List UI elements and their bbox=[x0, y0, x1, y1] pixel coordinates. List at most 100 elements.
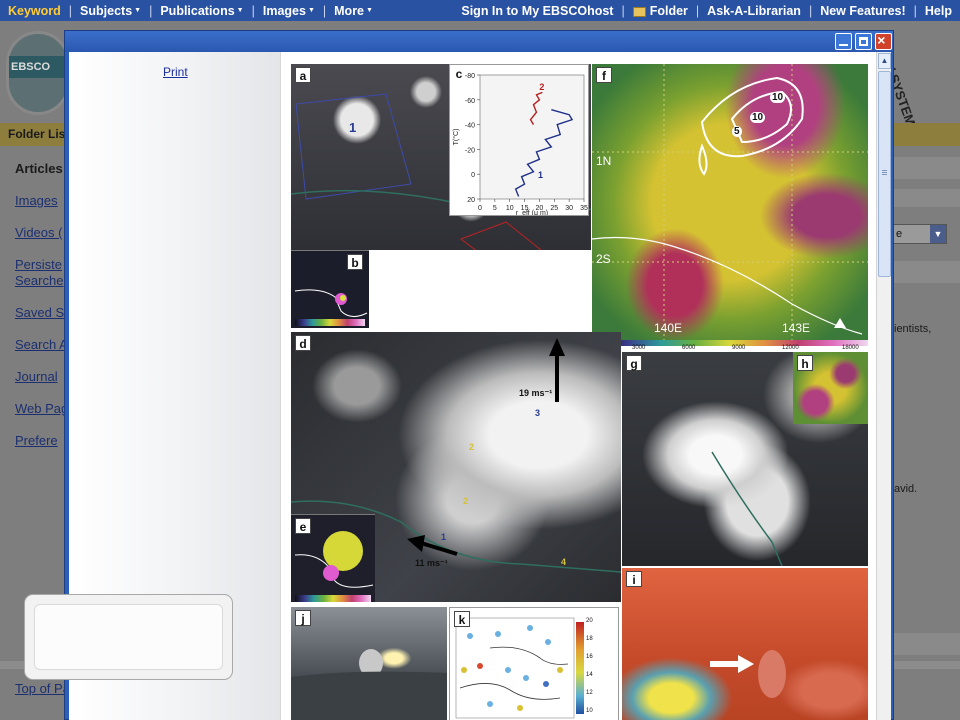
panel-k-map bbox=[455, 617, 584, 719]
arrow-right-icon bbox=[738, 655, 754, 673]
scroll-up-icon[interactable]: ▲ bbox=[878, 53, 891, 69]
maximize-icon[interactable] bbox=[855, 33, 872, 50]
vertical-scrollbar[interactable]: ▲ bbox=[876, 52, 891, 720]
panel-label-i: i bbox=[626, 571, 642, 587]
panel-k-dot bbox=[477, 663, 483, 669]
nav-right-group: Sign In to My EBSCOhost | Folder | Ask-A… bbox=[453, 0, 960, 21]
panel-c: c -80 -60 -40 -20 0 20 0 5 10 15 20 25 30 35 T(°C) r_ef… bbox=[449, 64, 589, 216]
panel-k-dot bbox=[557, 667, 563, 673]
chart-c-xtick-label: 10 bbox=[506, 205, 514, 212]
chart-c-ytick-label: -60 bbox=[465, 98, 475, 105]
bg-side-saved[interactable]: Saved S bbox=[15, 305, 64, 320]
panel-b: b bbox=[291, 250, 369, 328]
bg-side-search-alerts[interactable]: Search A bbox=[15, 337, 68, 352]
nav-subjects[interactable]: Subjects ▼ bbox=[72, 4, 149, 18]
panel-d-label-2b: 2 bbox=[463, 496, 469, 506]
print-link[interactable]: Print bbox=[163, 65, 188, 79]
panel-label-b: b bbox=[347, 254, 363, 270]
floating-dialog bbox=[24, 594, 233, 680]
panel-label-a: a bbox=[295, 67, 311, 83]
scrollbar-thumb[interactable] bbox=[878, 71, 891, 277]
volcano-marker-icon bbox=[834, 318, 846, 328]
chart-c-xtick-label: 25 bbox=[550, 205, 558, 212]
panel-h: h bbox=[793, 352, 868, 424]
chart-c-series-2-label: 2 bbox=[539, 82, 544, 92]
close-icon[interactable]: × bbox=[875, 32, 892, 50]
arrow-up-icon bbox=[549, 338, 565, 356]
panel-d-label-1: 1 bbox=[441, 532, 447, 542]
panel-b-plume-core bbox=[340, 295, 346, 301]
bg-right-text: ientists, bbox=[894, 323, 932, 335]
bg-top-of-page[interactable]: Top of Pa bbox=[15, 681, 70, 696]
wind-arrow-west bbox=[420, 541, 458, 556]
grid-label-140e: 140E bbox=[654, 321, 683, 335]
region-1-outline bbox=[295, 93, 412, 200]
window-title-bar[interactable]: × bbox=[65, 31, 893, 52]
chart-c-ytick-label: -20 bbox=[465, 147, 475, 154]
nav-images-label: Images bbox=[262, 3, 306, 18]
chart-c-xtick-label: 0 bbox=[478, 205, 482, 212]
arrow-left-icon bbox=[407, 535, 425, 552]
caret-down-icon: ▼ bbox=[366, 7, 373, 14]
nav-help[interactable]: Help bbox=[917, 4, 960, 18]
bg-right-bar bbox=[892, 261, 960, 283]
colorbar-tick: 12000 bbox=[782, 345, 799, 351]
panel-k-dot bbox=[505, 667, 511, 673]
panel-e-colorbar bbox=[295, 595, 371, 602]
bg-side-preferences[interactable]: Prefere bbox=[15, 433, 58, 448]
nav-ask-label: Ask-A-Librarian bbox=[707, 3, 801, 18]
k-colorbar-tick: 18 bbox=[586, 636, 593, 642]
contour-label-5: 5 bbox=[732, 126, 742, 137]
panel-label-h: h bbox=[797, 355, 813, 371]
bg-side-articles[interactable]: Articles bbox=[15, 161, 63, 176]
bg-side-videos[interactable]: Videos ( bbox=[15, 225, 62, 240]
panel-f-colorbar: 0 3000 6000 9000 12000 18000 bbox=[592, 340, 868, 352]
nav-left-group: Keyword | Subjects ▼ | Publications ▼ | Im… bbox=[0, 0, 381, 21]
minimize-icon[interactable] bbox=[835, 33, 852, 50]
bg-side-searches[interactable]: Searche bbox=[15, 273, 63, 288]
contour-small bbox=[698, 143, 708, 176]
bg-side-persistent[interactable]: Persiste bbox=[15, 257, 62, 272]
panel-k-dot bbox=[517, 705, 523, 711]
bg-side-journal[interactable]: Journal bbox=[15, 369, 58, 384]
region-2-outline bbox=[459, 221, 542, 250]
chart-c-ytick-label: -40 bbox=[465, 123, 475, 130]
panel-label-f: f bbox=[596, 67, 612, 83]
chart-c-plot-area bbox=[479, 74, 585, 200]
panel-k: k 20 18 16 14 12 10 bbox=[449, 607, 619, 720]
nav-help-label: Help bbox=[924, 3, 952, 18]
chart-c-xtick-label: 35 bbox=[580, 205, 588, 212]
nav-keyword-label: Keyword bbox=[8, 3, 61, 18]
panel-i-overlay bbox=[710, 650, 786, 698]
panel-e-plume bbox=[323, 531, 363, 571]
nav-sign-in[interactable]: Sign In to My EBSCOhost bbox=[453, 4, 621, 18]
chevron-down-icon[interactable]: ▼ bbox=[930, 225, 946, 243]
bg-side-images[interactable]: Images bbox=[15, 193, 58, 208]
k-colorbar-tick: 16 bbox=[586, 654, 593, 660]
nav-keyword[interactable]: Keyword bbox=[0, 4, 69, 18]
panel-k-coast-2 bbox=[489, 646, 569, 665]
nav-images[interactable]: Images ▼ bbox=[255, 4, 323, 18]
panel-j: j bbox=[291, 607, 447, 720]
wind-speed-19: 19 ms⁻¹ bbox=[519, 388, 553, 398]
nav-folder[interactable]: Folder bbox=[625, 4, 696, 18]
nav-more-label: More bbox=[334, 3, 365, 18]
nav-more[interactable]: More ▼ bbox=[326, 4, 381, 18]
nav-ask-a-librarian[interactable]: Ask-A-Librarian bbox=[699, 4, 809, 18]
panel-k-dot bbox=[543, 681, 549, 687]
nav-publications[interactable]: Publications ▼ bbox=[152, 4, 251, 18]
dialog-body bbox=[34, 604, 223, 670]
panel-b-coast bbox=[294, 289, 368, 317]
panel-k-dot bbox=[461, 667, 467, 673]
nav-new-features-label: New Features! bbox=[820, 3, 906, 18]
colorbar-tick: 18000 bbox=[842, 345, 859, 351]
k-colorbar-tick: 10 bbox=[586, 708, 593, 714]
bg-side-web-page[interactable]: Web Pag bbox=[15, 401, 68, 416]
panel-d-label-2a: 2 bbox=[469, 442, 475, 452]
nav-new-features[interactable]: New Features! bbox=[812, 4, 913, 18]
ebsco-logo-text: EBSCO HOST bbox=[9, 56, 65, 78]
panel-label-d: d bbox=[295, 335, 311, 351]
panel-f-overlay bbox=[592, 64, 868, 340]
effective-radius-temperature-chart: -80-60-40-200200 5 10 15 20 25 30 35T(°C)r_eff … bbox=[452, 73, 588, 215]
panel-k-dot bbox=[527, 625, 533, 631]
